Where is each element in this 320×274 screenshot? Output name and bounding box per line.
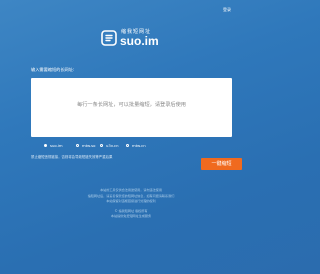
- footer-line: 本站提供免费短网址生成服务: [110, 214, 152, 218]
- domain-selector: suo.im mtw.so u3v.cn mtw.cn: [44, 143, 244, 151]
- logo-en-text: suo.im: [120, 34, 159, 48]
- long-url-textarea[interactable]: 每行一条长网址，可以批量缩短，请登录后使用: [31, 78, 232, 137]
- textarea-placeholder: 每行一条长网址，可以批量缩短，请登录后使用: [77, 102, 186, 108]
- domain-label: mtw.so: [82, 143, 96, 148]
- domain-option-suo-im[interactable]: suo.im: [44, 143, 63, 148]
- radio-icon[interactable]: [76, 144, 79, 147]
- radio-icon[interactable]: [100, 144, 103, 147]
- domain-label: mtw.cn: [132, 143, 146, 148]
- logo-mark-icon: [101, 30, 117, 46]
- domain-option-mtw-so[interactable]: mtw.so: [76, 143, 95, 148]
- domain-label: u3v.cn: [106, 143, 119, 148]
- domain-label: suo.im: [50, 143, 63, 148]
- shorten-button[interactable]: 一键缩短: [201, 158, 242, 170]
- domain-option-u3v-cn[interactable]: u3v.cn: [100, 143, 118, 148]
- login-link[interactable]: 登录: [223, 7, 231, 13]
- domain-option-mtw-cn[interactable]: mtw.cn: [126, 143, 146, 148]
- radio-selected-icon[interactable]: [44, 144, 47, 147]
- url-input-label: 输入需要缩短的长网址:: [31, 67, 75, 72]
- radio-icon[interactable]: [126, 144, 129, 147]
- footer: 本站的工具仅供合法用途使用，请勿违法使用 缩短网址后，请妥善保管您的短网址信息，…: [0, 188, 262, 220]
- site-logo[interactable]: 缩我短网址 suo.im: [101, 28, 165, 50]
